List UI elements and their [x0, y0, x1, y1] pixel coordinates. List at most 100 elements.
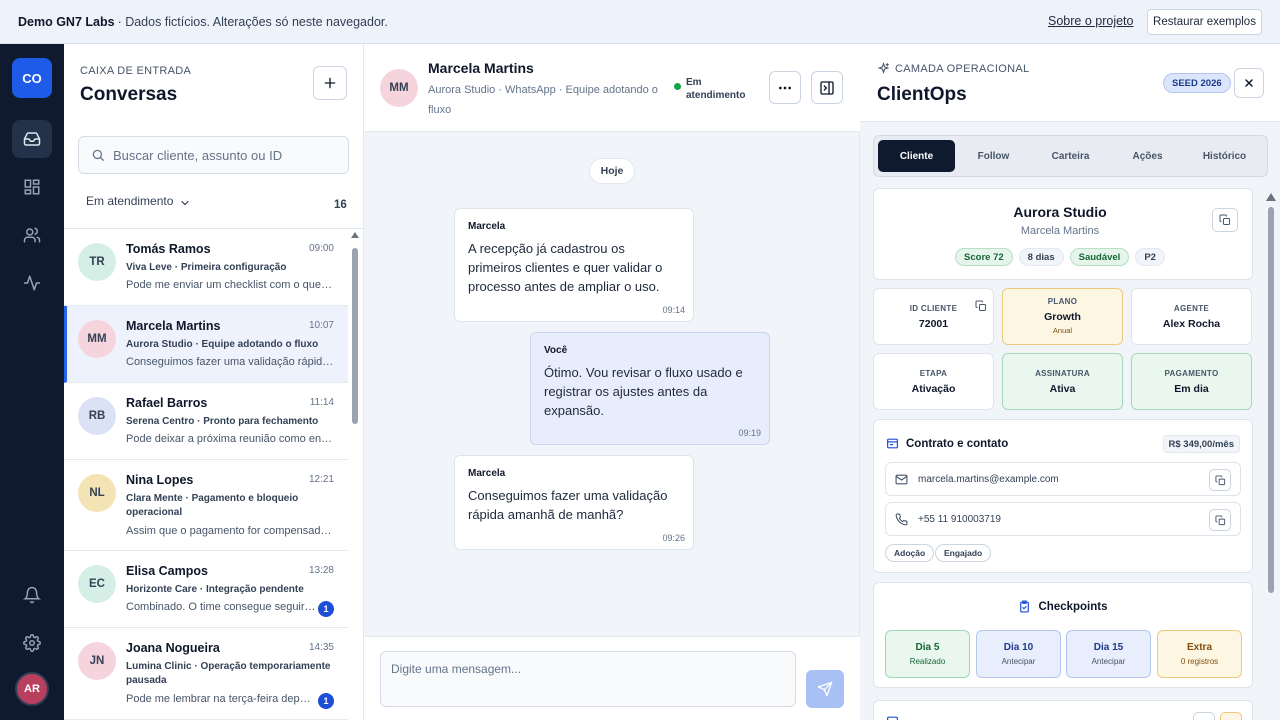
message-time: 09:26: [662, 533, 685, 543]
status-filter-dropdown[interactable]: Em atendimento: [86, 193, 191, 209]
inbox-title: Conversas: [80, 84, 178, 105]
conversation-avatar: TR: [78, 243, 116, 281]
conversation-subject: Horizonte Care · Integração pendente: [126, 584, 304, 595]
checkpoint-day15[interactable]: Dia 15 Antecipar: [1066, 630, 1151, 678]
stat-label: AGENTE: [1173, 304, 1210, 313]
more-dots-icon: [779, 86, 791, 89]
user-avatar[interactable]: AR: [15, 672, 49, 706]
send-button[interactable]: [806, 670, 844, 708]
conversation-avatar: RB: [78, 397, 116, 435]
message-composer: [364, 636, 860, 720]
checkpoint-label: Dia 10: [1003, 642, 1034, 653]
score-pill: Score 72: [955, 248, 1013, 266]
conversation-preview: Pode me lembrar na terça-feira depois do…: [126, 693, 316, 705]
search-input[interactable]: [113, 147, 333, 163]
contact-email: marcela.martins@example.com: [918, 474, 1059, 485]
scrollbar-thumb[interactable]: [1268, 207, 1274, 593]
grid-icon[interactable]: [12, 168, 52, 206]
checkpoint-day5[interactable]: Dia 5 Realizado: [885, 630, 970, 678]
conversation-avatar: MM: [78, 320, 116, 358]
gear-icon[interactable]: [12, 624, 52, 662]
panel-eyebrow: CAMADA OPERACIONAL: [877, 62, 1029, 75]
demo-banner: Demo GN7 Labs · Dados fictícios. Alteraç…: [0, 0, 1280, 44]
status-dot-icon: [674, 83, 681, 90]
unread-badge: 1: [318, 601, 334, 617]
copy-email-button[interactable]: [1209, 469, 1231, 491]
client-contact: Marcela Martins: [1020, 225, 1100, 237]
chevron-down-icon: [181, 200, 189, 206]
stat-label: PAGAMENTO: [1164, 369, 1219, 378]
card-action-button[interactable]: [1193, 712, 1215, 720]
conversation-name: Joana Nogueira: [126, 641, 220, 655]
conversation-item[interactable]: RB Rafael Barros 11:14 Serena Centro · P…: [64, 383, 348, 460]
conversation-scrollbar[interactable]: [351, 232, 359, 720]
tab-cliente[interactable]: Cliente: [878, 140, 955, 172]
panel-title: ClientOps: [877, 84, 967, 105]
toggle-side-panel-button[interactable]: [811, 71, 843, 104]
banner-brand: Demo GN7 Labs: [18, 14, 115, 29]
conversation-time: 11:14: [309, 397, 334, 408]
conversation-preview: Pode deixar a próxima reunião como encam…: [126, 433, 334, 445]
users-icon[interactable]: [12, 216, 52, 254]
checkpoint-day10[interactable]: Dia 10 Antecipar: [976, 630, 1061, 678]
phone-icon: [895, 513, 908, 526]
conversation-subject: Lumina Clinic · Operação temporariamente…: [126, 661, 331, 686]
days-pill: 8 dias: [1018, 248, 1064, 266]
stat-payment: PAGAMENTO Em dia: [1131, 353, 1252, 410]
copy-phone-button[interactable]: [1209, 509, 1231, 531]
conversation-subject: Clara Mente · Pagamento e bloqueio opera…: [126, 493, 299, 518]
scrollbar-thumb[interactable]: [352, 248, 358, 424]
bell-icon[interactable]: [12, 576, 52, 614]
close-panel-button[interactable]: [1234, 68, 1264, 98]
card-action-button[interactable]: [1220, 712, 1242, 720]
new-conversation-button[interactable]: [313, 66, 347, 100]
conversation-name: Rafael Barros: [126, 396, 208, 410]
activity-icon[interactable]: [12, 264, 52, 302]
conversation-name: Nina Lopes: [126, 473, 194, 487]
tab-carteira[interactable]: Carteira: [1032, 140, 1109, 172]
tab-acoes[interactable]: Ações: [1109, 140, 1186, 172]
conversation-item[interactable]: EC Elisa Campos 13:28 Horizonte Care · I…: [64, 551, 348, 628]
panel-scrollbar[interactable]: [1266, 189, 1276, 720]
copy-icon[interactable]: [975, 300, 987, 312]
checkpoint-label: Dia 5: [915, 642, 940, 653]
contract-title: Contrato e contato: [906, 438, 1009, 450]
message-input[interactable]: [380, 651, 796, 707]
conversation-preview: Assim que o pagamento for compensado, li…: [126, 525, 334, 537]
chat-contact-avatar: MM: [380, 69, 418, 107]
tab-historico[interactable]: Histórico: [1186, 140, 1263, 172]
inbox-icon[interactable]: [12, 120, 52, 158]
app-logo[interactable]: CO: [12, 58, 52, 98]
checkpoint-extra[interactable]: Extra 0 registros: [1157, 630, 1242, 678]
checkpoints-header: Checkpoints: [874, 600, 1252, 613]
conversation-item[interactable]: NL Nina Lopes 12:21 Clara Mente · Pagame…: [64, 460, 348, 551]
conversation-avatar: JN: [78, 642, 116, 680]
conversation-item-active[interactable]: MM Marcela Martins 10:07 Aurora Studio ·…: [64, 306, 348, 383]
conversation-list-panel: CAIXA DE ENTRADA Conversas Em atendiment…: [64, 44, 364, 720]
contact-phone: +55 11 910003719: [918, 514, 1001, 525]
app-rail: CO AR: [0, 44, 64, 720]
panel-eyebrow-label: CAMADA OPERACIONAL: [895, 62, 1030, 75]
health-pill: Saudável: [1069, 248, 1130, 266]
unread-badge: 1: [318, 693, 334, 709]
stat-client-id: ID CLIENTE 72001: [873, 288, 994, 345]
about-project-link[interactable]: Sobre o projeto: [1048, 14, 1133, 28]
stat-plan: PLANO Growth Anual: [1002, 288, 1123, 345]
status-filter-label: Em atendimento: [86, 194, 174, 208]
stat-sub: Anual: [1052, 326, 1073, 335]
message-author: Marcela: [468, 468, 506, 479]
conversation-item[interactable]: JN Joana Nogueira 14:35 Lumina Clinic · …: [64, 628, 348, 720]
card-icon: [887, 716, 898, 720]
conversation-item[interactable]: TR Tomás Ramos 09:00 Viva Leve · Primeir…: [64, 229, 348, 306]
stat-value: 72001: [918, 318, 949, 330]
more-options-button[interactable]: [769, 71, 801, 104]
tab-follow[interactable]: Follow: [955, 140, 1032, 172]
stat-stage: ETAPA Ativação: [873, 353, 994, 410]
conversation-subject: Aurora Studio · Equipe adotando o fluxo: [126, 339, 319, 350]
copy-client-button[interactable]: [1212, 208, 1238, 232]
conversation-time: 13:28: [308, 565, 334, 576]
stat-subscription: ASSINATURA Ativa: [1002, 353, 1123, 410]
restore-examples-button[interactable]: Restaurar exemplos: [1147, 9, 1262, 35]
email-row: marcela.martins@example.com: [885, 462, 1241, 496]
chat-header: MM Marcela Martins Aurora Studio · Whats…: [364, 44, 860, 132]
